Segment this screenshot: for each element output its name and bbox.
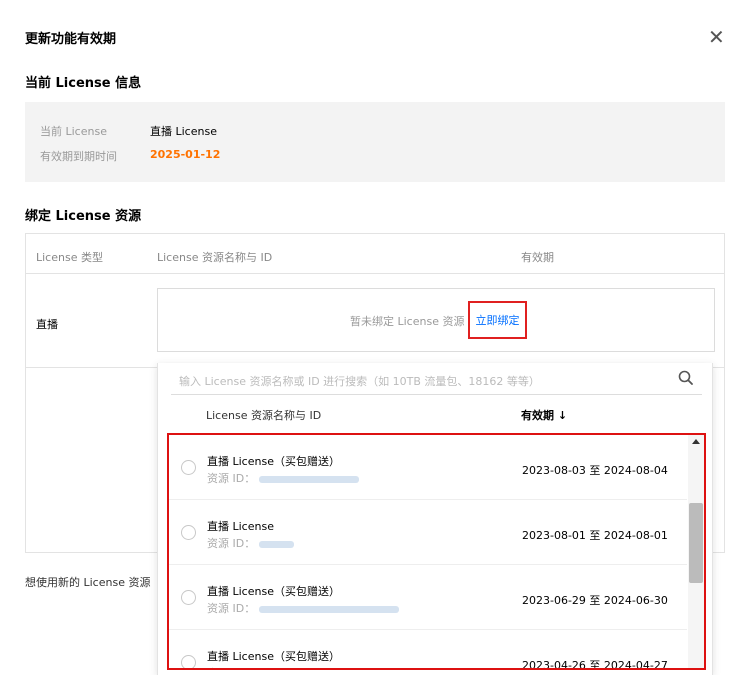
new-license-hint: 想使用新的 License 资源 xyxy=(25,576,151,589)
item-id-label: 资源 ID： xyxy=(207,472,256,485)
current-license-value: 直播 License xyxy=(150,125,217,138)
scrollbar-thumb[interactable] xyxy=(689,503,703,583)
list-item[interactable]: 直播 License（买包赠送） 资源 ID： 2023-04-26 至 202… xyxy=(169,630,687,670)
search-underline xyxy=(171,394,702,395)
scrollbar[interactable] xyxy=(688,435,704,668)
item-date: 2023-08-03 至 2024-08-04 xyxy=(522,464,668,477)
redacted-id xyxy=(259,605,400,613)
license-resource-selector[interactable]: 暂未绑定 License 资源 立即绑定 xyxy=(157,288,715,352)
header-divider xyxy=(26,273,724,274)
header-license-type: License 类型 xyxy=(36,251,103,264)
radio-button[interactable] xyxy=(181,525,196,540)
item-name: 直播 License（买包赠送） xyxy=(207,455,340,468)
header-license-name-id: License 资源名称与 ID xyxy=(157,251,273,264)
unbound-text: 暂未绑定 License 资源 xyxy=(350,315,465,328)
item-id: 资源 ID： xyxy=(207,535,295,551)
item-id-label: 资源 ID： xyxy=(207,537,256,550)
list-item[interactable]: 直播 License（买包赠送） 资源 ID： 2023-08-03 至 202… xyxy=(169,435,687,500)
scroll-up-icon[interactable] xyxy=(692,439,700,444)
current-license-label: 当前 License xyxy=(40,125,107,138)
item-id-label: 资源 ID： xyxy=(207,667,255,668)
expiry-value: 2025-01-12 xyxy=(150,148,221,161)
list-item[interactable]: 直播 License 资源 ID： 2023-08-01 至 2024-08-0… xyxy=(169,500,687,565)
redacted-id xyxy=(259,540,295,548)
item-date: 2023-06-29 至 2024-06-30 xyxy=(522,594,668,607)
header-validity: 有效期 xyxy=(521,251,554,264)
redacted-id xyxy=(259,475,360,483)
item-name: 直播 License（买包赠送） xyxy=(207,650,340,663)
dropdown-col-name: License 资源名称与 ID xyxy=(206,409,322,422)
license-option-list: 直播 License（买包赠送） 资源 ID： 2023-08-03 至 202… xyxy=(167,433,706,670)
dropdown-col-validity-sort[interactable]: 有效期 ↓ xyxy=(521,407,567,423)
item-id: 资源 ID： xyxy=(207,470,360,486)
item-name: 直播 License xyxy=(207,520,274,533)
radio-button[interactable] xyxy=(181,460,196,475)
item-id: 资源 ID： xyxy=(207,600,400,616)
item-id-label: 资源 ID： xyxy=(207,602,256,615)
search-input[interactable]: 输入 License 资源名称或 ID 进行搜索（如 10TB 流量包、1816… xyxy=(179,373,540,389)
bind-now-link[interactable]: 立即绑定 xyxy=(468,301,527,339)
dialog-title: 更新功能有效期 xyxy=(25,32,117,47)
bind-license-section-title: 绑定 License 资源 xyxy=(25,209,142,224)
license-dropdown: 输入 License 资源名称或 ID 进行搜索（如 10TB 流量包、1816… xyxy=(157,363,713,675)
radio-button[interactable] xyxy=(181,655,196,668)
radio-button[interactable] xyxy=(181,590,196,605)
search-icon[interactable] xyxy=(677,369,695,387)
row-license-type: 直播 xyxy=(36,318,58,331)
current-license-info-box: 当前 License 直播 License 有效期到期时间 2025-01-12 xyxy=(25,102,725,182)
close-icon[interactable]: ✕ xyxy=(708,26,725,48)
expiry-label: 有效期到期时间 xyxy=(40,150,117,163)
item-date: 2023-04-26 至 2024-04-27 xyxy=(522,659,668,670)
item-date: 2023-08-01 至 2024-08-01 xyxy=(522,529,668,542)
current-license-section-title: 当前 License 信息 xyxy=(25,76,142,91)
list-item[interactable]: 直播 License（买包赠送） 资源 ID： 2023-06-29 至 202… xyxy=(169,565,687,630)
item-name: 直播 License（买包赠送） xyxy=(207,585,340,598)
item-id: 资源 ID： xyxy=(207,665,299,668)
